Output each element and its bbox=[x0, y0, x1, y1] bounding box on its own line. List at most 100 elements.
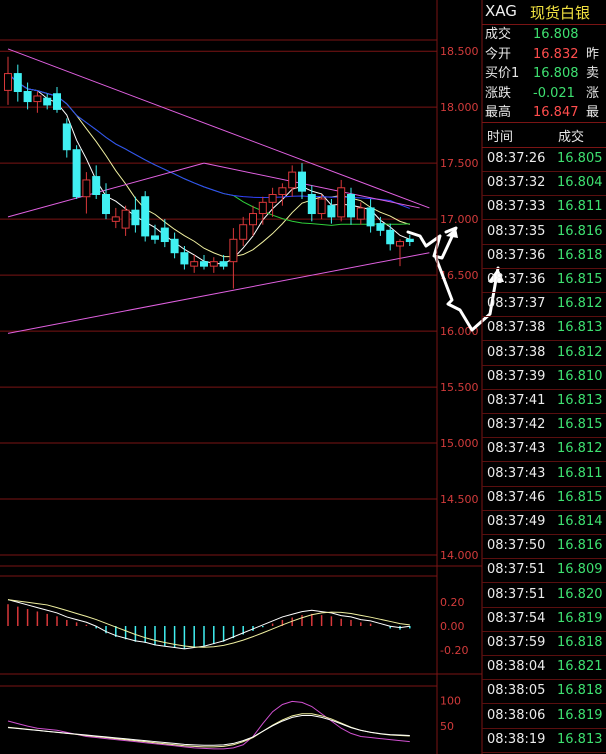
macd-tick-label: 0.20 bbox=[440, 596, 465, 609]
tick-row: 08:37:51 16.809 bbox=[482, 558, 606, 584]
ma-line-8 bbox=[7, 73, 410, 258]
macd-line bbox=[7, 599, 410, 650]
quote-value: 16.832 bbox=[533, 46, 579, 62]
quote-tail-label: 涨 bbox=[586, 85, 600, 101]
tick-row: 08:37:36 16.815 bbox=[482, 268, 606, 293]
osc-line bbox=[7, 715, 410, 746]
tick-time: 08:37:39 bbox=[487, 368, 546, 384]
tick-time: 08:38:19 bbox=[487, 731, 546, 747]
tick-row: 08:37:33 16.811 bbox=[482, 195, 606, 221]
candle-body bbox=[53, 93, 61, 110]
osc-line bbox=[7, 700, 410, 750]
candle-body bbox=[249, 213, 257, 226]
candle-body bbox=[111, 216, 120, 222]
quote-row: 成交 16.808 bbox=[482, 25, 606, 45]
candle-body bbox=[209, 261, 218, 267]
candle-body bbox=[405, 238, 414, 243]
candle-body bbox=[347, 194, 355, 218]
y-tick-label: 14.000 bbox=[440, 549, 479, 562]
tick-price: 16.805 bbox=[557, 151, 603, 166]
tick-row: 08:37:43 16.812 bbox=[482, 437, 606, 463]
tick-row: 08:37:46 16.815 bbox=[482, 486, 606, 511]
quote-label: 买价1 bbox=[485, 66, 520, 81]
tick-time: 08:38:05 bbox=[487, 683, 546, 699]
candle-body bbox=[4, 73, 12, 91]
candle-body bbox=[23, 91, 32, 103]
candle-body bbox=[278, 187, 287, 195]
quote-tail-label: 卖 bbox=[586, 66, 600, 81]
quote-tail-label: 最 bbox=[586, 105, 600, 120]
tick-row: 08:37:38 16.812 bbox=[482, 341, 606, 366]
tick-row: 08:37:41 16.813 bbox=[482, 389, 606, 414]
tick-price: 16.815 bbox=[557, 489, 603, 505]
candle-body bbox=[356, 207, 365, 220]
tick-row: 08:37:39 16.810 bbox=[482, 365, 606, 390]
tick-time: 08:37:33 bbox=[487, 199, 546, 215]
tick-row: 08:37:38 16.813 bbox=[482, 316, 606, 342]
quote-label: 涨跌 bbox=[485, 85, 512, 101]
tick-time: 08:37:36 bbox=[487, 247, 546, 263]
quote-row: 最高 16.847 最 bbox=[482, 103, 606, 123]
candlestick-series bbox=[4, 56, 414, 289]
y-tick-label: 15.500 bbox=[440, 381, 479, 394]
tick-row: 08:37:54 16.819 bbox=[482, 607, 606, 632]
tick-price: 16.819 bbox=[557, 610, 603, 626]
tick-row: 08:37:49 16.814 bbox=[482, 510, 606, 535]
tick-price: 16.818 bbox=[557, 247, 603, 263]
tick-time: 08:37:49 bbox=[487, 514, 546, 529]
symbol-name: 现货白银 bbox=[530, 4, 591, 22]
quote-value: 16.847 bbox=[533, 105, 579, 120]
trend-line bbox=[7, 48, 430, 209]
tick-price: 16.810 bbox=[557, 368, 603, 384]
tick-row: 08:37:35 16.816 bbox=[482, 220, 606, 245]
tick-row: 08:37:36 16.818 bbox=[482, 244, 606, 269]
quote-row: 今开 16.832 昨 bbox=[482, 45, 606, 65]
quote-label: 成交 bbox=[485, 27, 512, 42]
tick-time: 08:37:41 bbox=[487, 393, 546, 408]
candle-body bbox=[288, 171, 297, 189]
tick-time: 08:38:04 bbox=[487, 659, 546, 675]
moving-average-lines bbox=[7, 73, 410, 265]
main-chart-grid: 18.50018.00017.50017.00016.50016.00015.5… bbox=[0, 45, 479, 562]
osc-line bbox=[7, 713, 410, 748]
quote-panel: XAG 现货白银 成交 16.808 今开 16.832 昨买价1 16.808 卖涨跌 -0… bbox=[482, 0, 606, 754]
ticks-header-price: 成交 bbox=[558, 130, 585, 145]
quote-label: 最高 bbox=[485, 105, 512, 120]
candle-body bbox=[229, 238, 238, 263]
candle-body bbox=[82, 179, 91, 198]
y-tick-label: 14.500 bbox=[440, 493, 479, 506]
y-tick-label: 15.000 bbox=[440, 437, 479, 450]
tick-price: 16.813 bbox=[557, 731, 603, 747]
candle-body bbox=[268, 194, 277, 203]
tick-time: 08:37:36 bbox=[487, 272, 546, 287]
tick-row: 08:38:06 16.819 bbox=[482, 704, 606, 729]
quote-value: -0.021 bbox=[533, 85, 575, 101]
tick-time: 08:37:32 bbox=[487, 175, 546, 191]
candle-body bbox=[180, 252, 189, 265]
ticks-header-time: 时间 bbox=[487, 130, 514, 145]
osc-tick-label: 50 bbox=[440, 720, 454, 733]
quote-tail-label: 昨 bbox=[586, 46, 600, 62]
oscillator-panel: 100 50 bbox=[7, 694, 461, 750]
candle-body bbox=[13, 73, 22, 93]
tick-price: 16.812 bbox=[557, 344, 603, 360]
candle-body bbox=[317, 198, 326, 215]
y-tick-label: 16.000 bbox=[440, 325, 479, 338]
tick-price: 16.820 bbox=[557, 586, 603, 602]
candle-body bbox=[258, 201, 267, 215]
candle-body bbox=[376, 223, 385, 231]
trend-lines bbox=[7, 48, 430, 334]
tick-time: 08:38:06 bbox=[487, 707, 546, 723]
candle-body bbox=[92, 176, 101, 196]
macd-tick-label: 0.00 bbox=[440, 620, 465, 633]
tick-row: 08:38:05 16.818 bbox=[482, 679, 606, 705]
tick-row: 08:37:50 16.816 bbox=[482, 534, 606, 560]
candle-body bbox=[131, 209, 140, 226]
candle-body bbox=[121, 209, 130, 229]
tick-row: 08:37:59 16.818 bbox=[482, 631, 606, 656]
candle-body bbox=[102, 194, 110, 215]
tick-price: 16.812 bbox=[557, 441, 603, 457]
candle-body bbox=[62, 123, 71, 151]
tick-time: 08:37:51 bbox=[487, 562, 546, 578]
tick-time: 08:37:38 bbox=[487, 320, 546, 336]
